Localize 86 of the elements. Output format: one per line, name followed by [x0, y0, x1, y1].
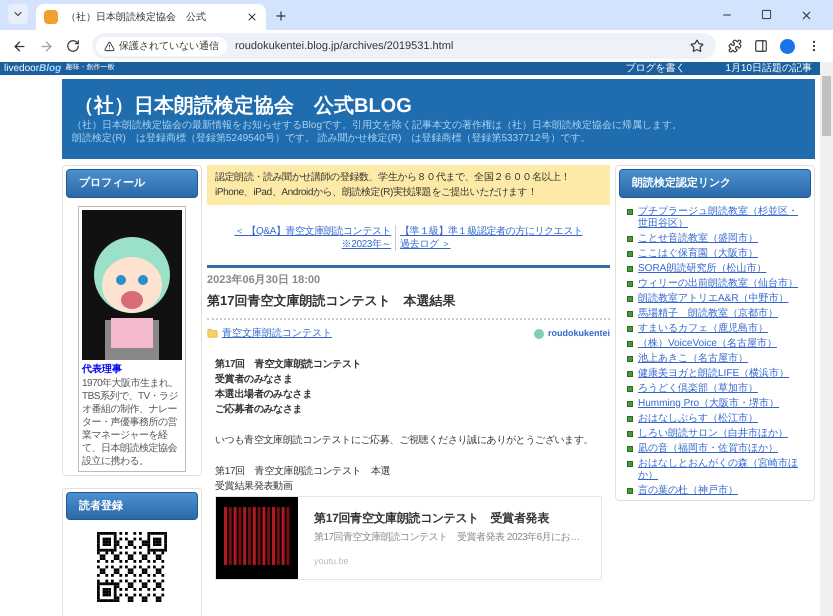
sidebar-link[interactable]: 言の葉の杜（神戸市）: [638, 484, 738, 496]
sidebar-link[interactable]: 馬場精子 朗読教室（京都市）: [638, 308, 778, 320]
post-paragraph: 第17回 青空文庫朗読コンテスト 本選 受賞結果発表動画: [215, 464, 392, 494]
sidebar-link[interactable]: 朗読教室アトリエA&R（中野市）: [638, 292, 789, 304]
bullet-icon: [627, 446, 633, 452]
bullet-icon: [627, 236, 633, 242]
brand-logo[interactable]: livedoorBlog: [4, 64, 62, 74]
sidebar-link[interactable]: 凪の音（福岡市・佐賀市ほか）: [638, 442, 778, 454]
side-panel-icon[interactable]: [754, 39, 768, 53]
tab-title: （社）日本朗読検定協会 公式: [66, 10, 207, 24]
new-tab-icon[interactable]: [274, 9, 288, 23]
sidebar-link[interactable]: プチプラージュ朗読教室（杉並区・世田谷区）: [638, 206, 803, 230]
notice-text: iPhone、iPad、Androidから、朗読検定(R)実技課題をご提出いただけます！: [215, 186, 538, 200]
sidebar-link[interactable]: 健康美ヨガと朗読LIFE（横浜市）: [638, 368, 790, 380]
bullet-icon: [627, 400, 633, 406]
reload-icon[interactable]: [66, 39, 80, 53]
sidebar-link[interactable]: しろい朗読サロン（白井市ほか）: [638, 428, 788, 440]
bullet-icon: [627, 250, 633, 256]
post-date: 2023年06月30日 18:00: [207, 272, 322, 288]
close-window-icon[interactable]: [800, 9, 813, 22]
bullet-icon: [627, 370, 633, 376]
bullet-icon: [627, 340, 633, 346]
post-title: 第17回青空文庫朗読コンテスト 本選結果: [207, 290, 610, 320]
bullet-icon: [627, 356, 633, 362]
sidebar-link[interactable]: 池上あきこ（名古屋市）: [638, 352, 748, 364]
sidebar-link[interactable]: すまいるカフェ（鹿児島市）: [638, 322, 768, 334]
sidebar-heading: プロフィール: [66, 169, 198, 198]
author-name[interactable]: roudokukentei: [548, 326, 610, 340]
sidebar-heading: 読者登録: [66, 492, 198, 520]
forward-icon[interactable]: [39, 38, 54, 54]
address-bar[interactable]: 保護されていない通信 roudokukentei.blog.jp/archives/2019531.html: [92, 33, 716, 59]
back-icon[interactable]: [12, 38, 27, 54]
toolbar-link[interactable]: 1月10日話題の記事: [725, 64, 812, 74]
url-text: roudokukentei.blog.jp/archives/2019531.html: [235, 38, 454, 54]
blog-title: （社）日本朗読検定協会 公式BLOG: [73, 94, 413, 119]
bullet-icon: [627, 488, 633, 494]
security-chip[interactable]: 保護されていない通信: [96, 36, 227, 56]
bullet-icon: [627, 326, 633, 332]
notice-text: 認定朗読・読み聞かせ講師の登録数、学生から８０代まで、全国２６００名以上！: [215, 170, 572, 185]
video-embed-card[interactable]: 第17回青空文庫朗読コンテスト 受賞者発表 第17回青空文庫朗読コンテスト 受賞者発表 2023年6月にお… youtu.be: [215, 496, 602, 580]
category-link[interactable]: 青空文庫朗読コンテスト: [222, 326, 332, 341]
embed-description: 第17回青空文庫朗読コンテスト 受賞者発表 2023年6月にお…: [314, 530, 580, 545]
maximize-icon[interactable]: [761, 9, 772, 20]
warning-icon: [104, 40, 115, 52]
prev-post-link[interactable]: ＜ 【Q&A】青空文庫朗読コンテスト ※2023年～: [234, 225, 396, 251]
post-paragraph: 第17回 青空文庫朗読コンテスト 受賞者のみなさま 本選出場者のみなさま ご応募者のみなさま: [215, 357, 362, 417]
bullet-icon: [627, 310, 633, 316]
sidebar-link[interactable]: ここはぐ保育園（大阪市）: [638, 248, 758, 260]
blog-description: 朗読検定(R) は登録商標（登録第5249540号）です。 読み聞かせ検定(R) は登録商標（登録第5337712号）です。: [72, 132, 592, 145]
scrollbar[interactable]: [820, 62, 833, 616]
embed-domain: youtu.be: [314, 555, 350, 568]
profile-name[interactable]: 代表理事: [82, 362, 182, 376]
bookmark-star-icon[interactable]: [690, 39, 704, 53]
sidebar-heading: 朗読検定認定リンク: [619, 169, 811, 198]
sidebar-link[interactable]: （株）VoiceVoice（名古屋市）: [638, 338, 777, 350]
sidebar-link[interactable]: おはなしぷらす（松江市）: [638, 412, 758, 424]
author-avatar: [534, 328, 544, 338]
sidebar-link[interactable]: おはなしとおんがくの森（宮崎市ほか）: [638, 458, 803, 482]
blog-description: （社）日本朗読検定協会の最新情報をお知らせするBlogです。引用文を除く記事本文の著作権は（社）日本朗読検定協会に帰属します。: [72, 119, 684, 132]
bullet-icon: [627, 296, 633, 302]
toolbar-link[interactable]: ブログを書く: [625, 64, 686, 74]
extensions-icon[interactable]: [728, 39, 742, 53]
tab-list-button[interactable]: [8, 4, 28, 24]
bullet-icon: [627, 430, 633, 436]
sidebar-link[interactable]: SORA朗読研究所（松山市）: [638, 262, 766, 274]
favicon-icon: [44, 10, 58, 24]
sidebar-link[interactable]: ことせ音読教室（盛岡市）: [638, 232, 758, 244]
close-icon[interactable]: [246, 11, 258, 23]
bullet-icon: [627, 208, 633, 214]
bullet-icon: [627, 386, 633, 392]
profile-avatar[interactable]: [780, 38, 795, 54]
sidebar-link[interactable]: Humming Pro（大阪市・堺市）: [638, 398, 780, 410]
folder-icon: [207, 328, 218, 339]
bullet-icon: [627, 266, 633, 272]
scrollbar-thumb[interactable]: [822, 76, 831, 136]
qr-code: [97, 532, 167, 602]
bullet-icon: [627, 460, 633, 466]
bullet-icon: [627, 280, 633, 286]
bullet-icon: [627, 416, 633, 422]
sidebar-link[interactable]: ウィリーの出前朗読教室（仙台市）: [638, 278, 798, 290]
sidebar-link[interactable]: ろうどく倶楽部（草加市）: [638, 382, 758, 394]
post-paragraph: いつも青空文庫朗読コンテストにご応募、ご視聴くださり誠にありがとうございます。: [215, 434, 594, 448]
browser-tab[interactable]: （社）日本朗読検定協会 公式: [36, 4, 266, 30]
next-post-link[interactable]: 【準１級】準１級認定者の方にリクエスト 過去ログ ＞: [396, 225, 583, 251]
embed-title: 第17回青空文庫朗読コンテスト 受賞者発表: [314, 510, 550, 527]
profile-bio: 1970年大阪市生まれ。TBS系列で、TV・ラジオ番組の制作、ナレーター・声優事務所の営業マネージャーを経て、日本朗読検定協会設立に携わる。: [82, 376, 180, 468]
